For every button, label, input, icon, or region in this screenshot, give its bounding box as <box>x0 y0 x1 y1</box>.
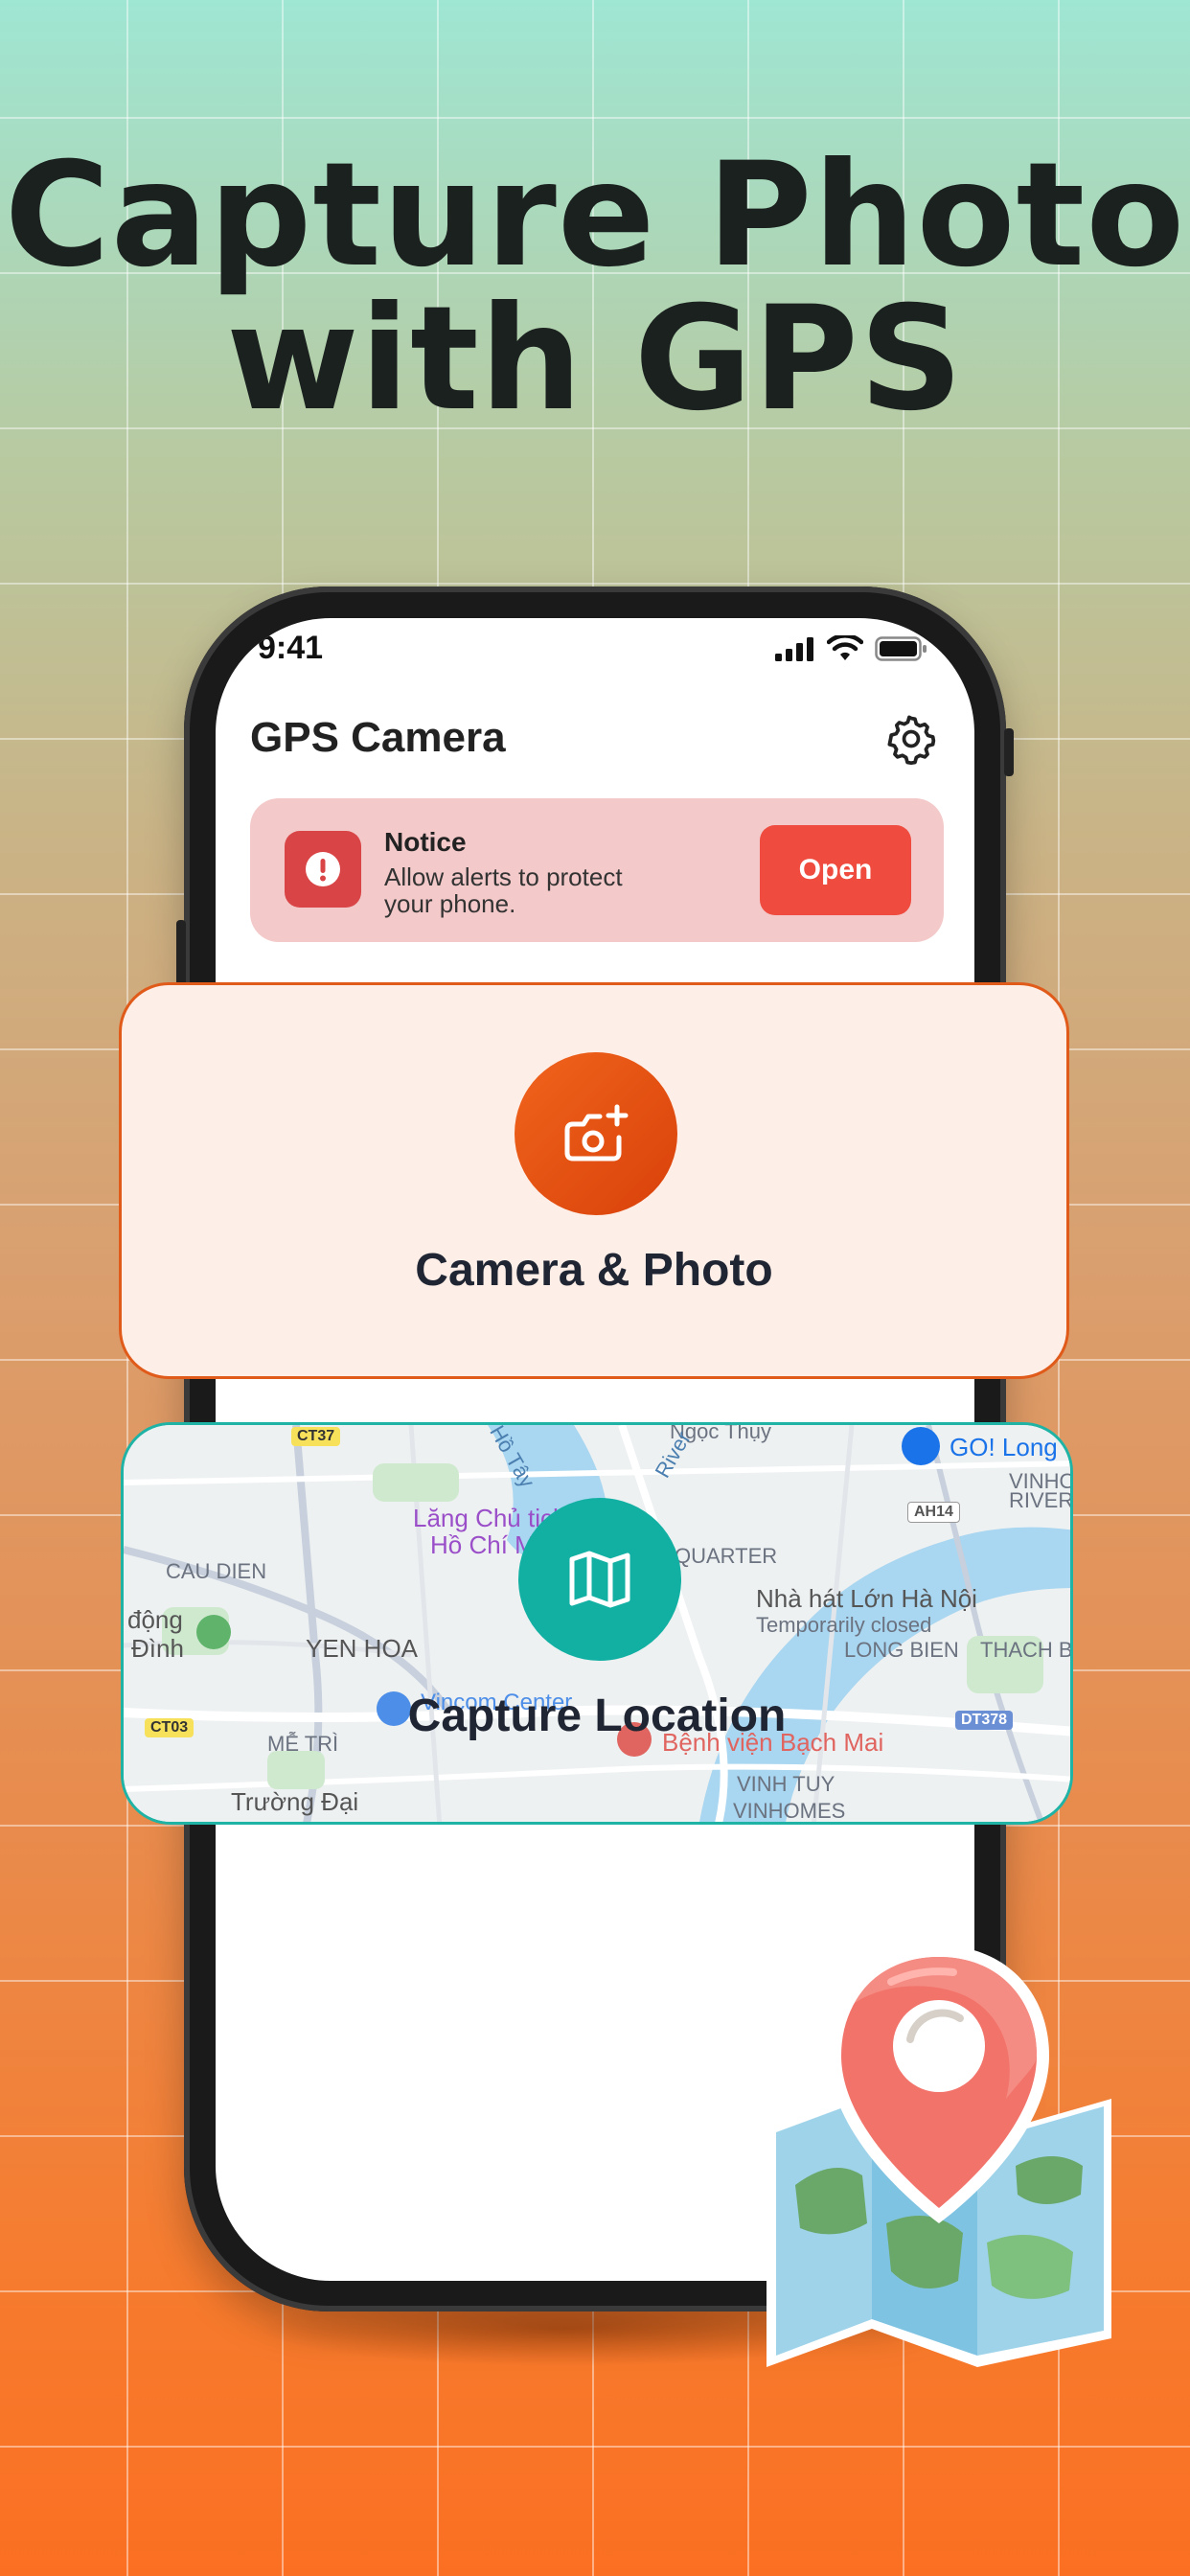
notice-title: Notice <box>384 827 467 857</box>
app-title: GPS Camera <box>250 714 506 761</box>
capture-location-label: Capture Location <box>407 1690 787 1741</box>
map-label: CAU DIEN <box>166 1559 267 1583</box>
signal-icon <box>775 637 813 661</box>
map-label: động <box>127 1605 183 1634</box>
map-label: Temporarily closed <box>756 1613 932 1637</box>
map-label: VINH TUY <box>737 1772 835 1796</box>
battery-icon <box>875 636 927 661</box>
notice-text: Allow alerts to protect your phone. <box>384 862 623 918</box>
map-button[interactable] <box>518 1498 681 1661</box>
headline-line-1: Capture Photo <box>4 132 1186 299</box>
map-icon <box>569 1551 630 1608</box>
camera-photo-label: Camera & Photo <box>415 1245 773 1296</box>
map-label: VINHOMES <box>733 1799 846 1823</box>
map-label: Nhà hát Lớn Hà Nội <box>756 1584 977 1613</box>
map-pin-illustration <box>767 1945 1111 2367</box>
map-label: YEN HOA <box>306 1634 419 1663</box>
headline: Capture Photo with GPS <box>0 144 1190 431</box>
status-icons <box>775 635 928 662</box>
map-label: LONG BIEN <box>844 1638 959 1662</box>
camera-button[interactable] <box>515 1052 677 1215</box>
road-label: CT37 <box>291 1427 341 1446</box>
settings-button[interactable] <box>884 712 938 766</box>
alert-icon <box>285 831 361 908</box>
gear-icon <box>887 715 936 766</box>
map-label: Đình <box>131 1634 184 1663</box>
wifi-icon <box>827 635 863 660</box>
open-button[interactable]: Open <box>760 825 911 915</box>
capture-location-card[interactable]: CT37 Hồ Tây Ngọc Thụy River Lăng Chủ tịc… <box>121 1422 1073 1825</box>
status-bar: 9:41 <box>216 618 974 685</box>
headline-line-2: with GPS <box>226 276 964 443</box>
camera-photo-card[interactable]: Camera & Photo <box>119 982 1069 1379</box>
add-camera-icon <box>564 1104 629 1162</box>
phone-side-button <box>1004 728 1014 776</box>
map-label: Trường Đại <box>231 1787 359 1816</box>
map-label: RIVERS <box>1009 1488 1073 1512</box>
map-label: GO! Long <box>950 1433 1058 1461</box>
notice-banner: Notice Allow alerts to protect your phon… <box>250 798 944 942</box>
status-time: 9:41 <box>258 630 324 666</box>
map-label: QUARTER <box>675 1544 778 1568</box>
map-label: THACH BA <box>980 1638 1073 1662</box>
road-label: AH14 <box>907 1502 960 1523</box>
